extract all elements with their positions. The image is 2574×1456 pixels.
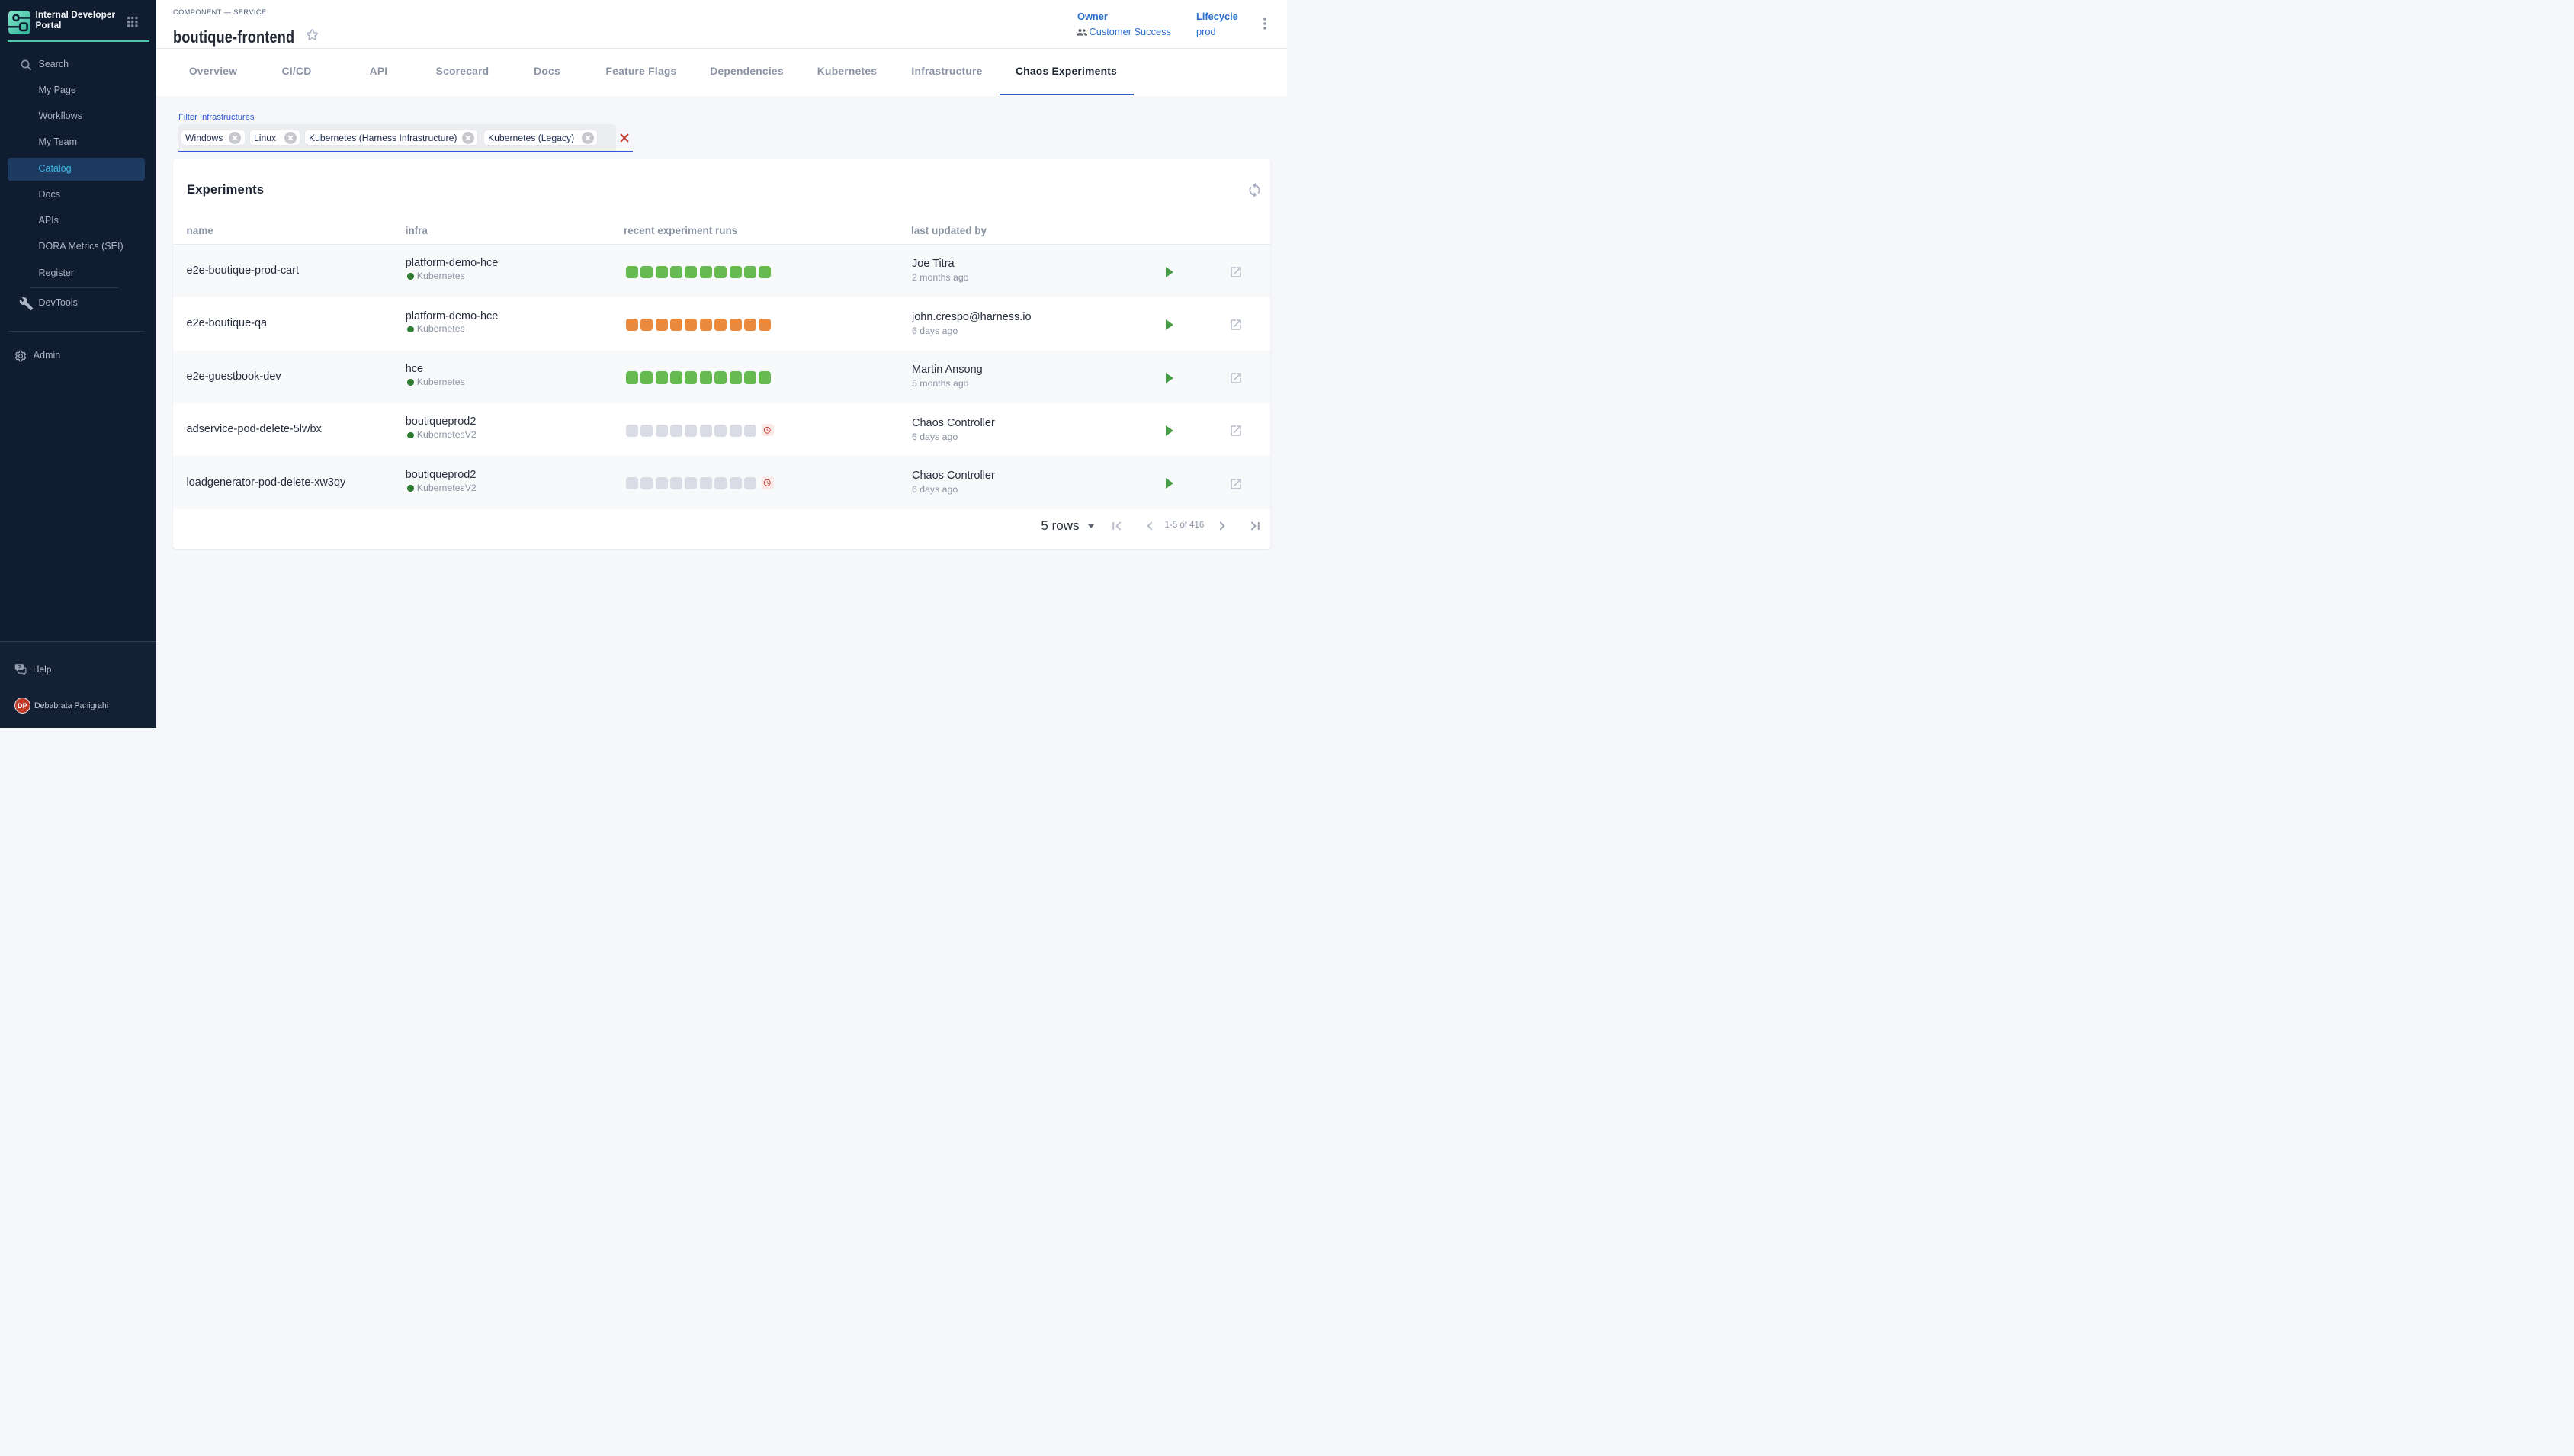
svg-text:?: ? — [18, 665, 21, 670]
